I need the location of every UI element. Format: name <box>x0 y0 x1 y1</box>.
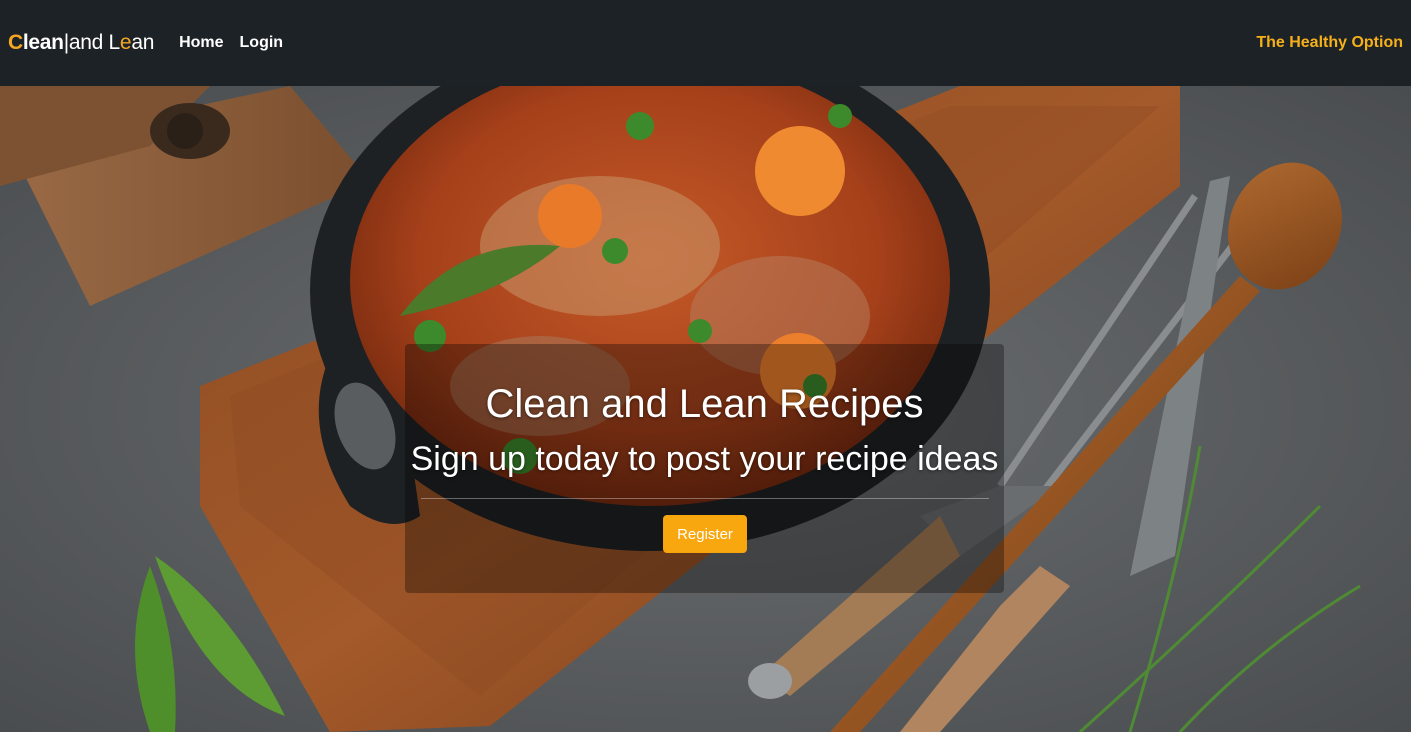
brand-word-an: an <box>131 31 155 54</box>
brand-logo[interactable]: Clean | and Le an <box>8 31 154 55</box>
nav-link-home[interactable]: Home <box>179 34 223 52</box>
brand-letter-c: C <box>8 31 23 54</box>
hero-title: Clean and Lean Recipes <box>485 382 924 426</box>
tagline: The Healthy Option <box>1256 34 1403 51</box>
hero-section: Clean and Lean Recipes Sign up today to … <box>0 86 1411 732</box>
brand-word-clean: lean <box>22 31 64 54</box>
register-button[interactable]: Register <box>663 515 747 553</box>
top-navbar: Clean | and Le an Home Login The Healthy Op… <box>0 0 1411 86</box>
nav-link-login[interactable]: Login <box>240 34 284 52</box>
brand-letter-e: e <box>119 31 132 54</box>
brand-word-and-l: and L <box>68 31 120 54</box>
hero-divider <box>421 498 989 499</box>
hero-subtitle: Sign up today to post your recipe ideas <box>410 440 999 478</box>
